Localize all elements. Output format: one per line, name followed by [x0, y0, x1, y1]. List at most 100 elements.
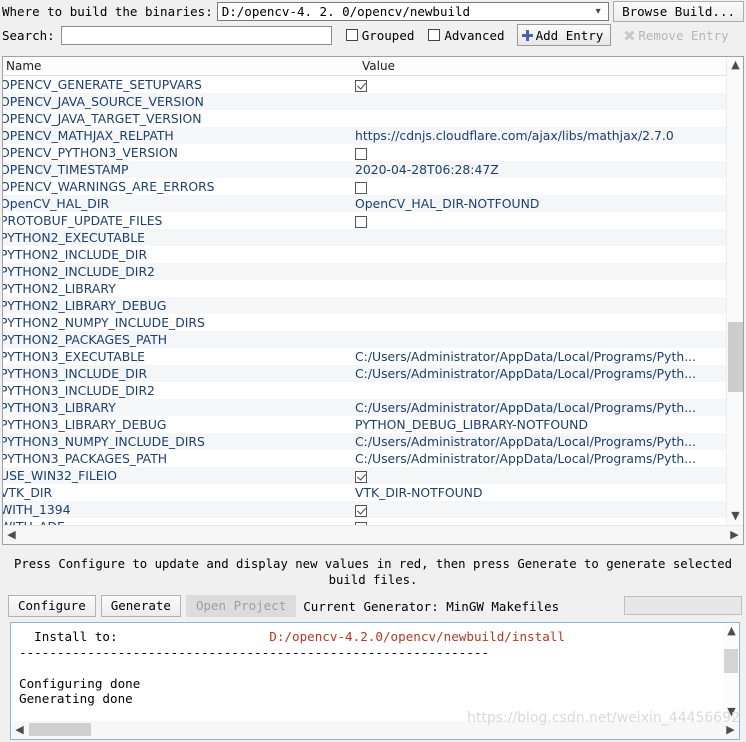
- cell-value[interactable]: [353, 179, 743, 194]
- log-horizontal-scrollbar[interactable]: ◀ ▶: [11, 721, 739, 739]
- table-row[interactable]: PYTHON2_NUMPY_INCLUDE_DIRS: [3, 314, 743, 331]
- cache-table: Name Value OPENCV_GENERATE_SETUPVARS OPEN…: [2, 56, 744, 545]
- table-row[interactable]: PYTHON3_LIBRARY C:/Users/Administrator/Ap…: [3, 399, 743, 416]
- value-checkbox[interactable]: [355, 504, 367, 517]
- scroll-down-icon[interactable]: ▼: [727, 508, 743, 525]
- build-directory-label: Where to build the binaries:: [2, 4, 213, 19]
- cell-name: OPENCV_JAVA_TARGET_VERSION: [3, 111, 202, 126]
- table-row[interactable]: PYTHON2_INCLUDE_DIR: [3, 246, 743, 263]
- cell-value[interactable]: 2020-04-28T06:28:47Z: [353, 162, 743, 177]
- table-row[interactable]: PYTHON2_PACKAGES_PATH: [3, 331, 743, 348]
- table-row[interactable]: PYTHON3_INCLUDE_DIR C:/Users/Administrato…: [3, 365, 743, 382]
- cell-value[interactable]: PYTHON_DEBUG_LIBRARY-NOTFOUND: [353, 417, 743, 432]
- table-row[interactable]: PYTHON3_EXECUTABLE C:/Users/Administrator…: [3, 348, 743, 365]
- log-scroll-down-icon[interactable]: ▼: [723, 704, 739, 721]
- cell-name: OPENCV_MATHJAX_RELPATH: [3, 128, 174, 143]
- advanced-checkbox[interactable]: Advanced: [428, 28, 505, 43]
- grouped-checkbox-box[interactable]: [345, 29, 358, 41]
- table-vertical-scrollbar[interactable]: ▲ ▼: [726, 57, 743, 525]
- table-row[interactable]: PYTHON3_LIBRARY_DEBUG PYTHON_DEBUG_LIBRAR…: [3, 416, 743, 433]
- cell-value[interactable]: C:/Users/Administrator/AppData/Local/Pro…: [353, 400, 743, 415]
- table-row[interactable]: PYTHON2_INCLUDE_DIR2: [3, 263, 743, 280]
- cell-value[interactable]: [353, 77, 743, 92]
- hint-text: Press Configure to update and display ne…: [13, 557, 733, 587]
- cell-name: PYTHON2_INCLUDE_DIR2: [3, 264, 155, 279]
- column-header-value[interactable]: Value: [359, 57, 743, 75]
- table-row[interactable]: OPENCV_MATHJAX_RELPATH https://cdnjs.clou…: [3, 127, 743, 144]
- cell-name: OpenCV_HAL_DIR: [3, 196, 110, 211]
- cell-value[interactable]: [353, 145, 743, 160]
- generate-button[interactable]: Generate: [100, 595, 181, 617]
- advanced-checkbox-box[interactable]: [428, 29, 441, 41]
- table-row[interactable]: USE_WIN32_FILEIO: [3, 467, 743, 484]
- cell-value[interactable]: [353, 213, 743, 228]
- cell-name: OPENCV_TIMESTAMP: [3, 162, 129, 177]
- table-row[interactable]: WITH_1394: [3, 501, 743, 518]
- value-checkbox[interactable]: [355, 215, 367, 228]
- log-vertical-scrollbar[interactable]: ▲ ▼: [723, 623, 739, 721]
- open-project-button: Open Project: [185, 595, 297, 617]
- current-generator-text: Current Generator: MinGW Makefiles: [303, 598, 560, 614]
- scroll-right-icon[interactable]: ▶: [726, 526, 743, 544]
- value-checkbox[interactable]: [355, 79, 367, 92]
- log-scroll-left-icon[interactable]: ◀: [11, 721, 28, 739]
- cell-value[interactable]: C:/Users/Administrator/AppData/Local/Pro…: [353, 451, 743, 466]
- log-scroll-up-icon[interactable]: ▲: [723, 623, 739, 640]
- grouped-checkbox[interactable]: Grouped: [345, 28, 414, 43]
- table-row[interactable]: OPENCV_WARNINGS_ARE_ERRORS: [3, 178, 743, 195]
- cell-name: OPENCV_GENERATE_SETUPVARS: [3, 77, 202, 92]
- table-row[interactable]: OpenCV_HAL_DIR OpenCV_HAL_DIR-NOTFOUND: [3, 195, 743, 212]
- log-vertical-scroll-thumb[interactable]: [724, 649, 738, 673]
- cell-value[interactable]: VTK_DIR-NOTFOUND: [353, 485, 743, 500]
- vertical-scroll-thumb[interactable]: [728, 322, 743, 392]
- log-output-text: Install to: D:/opencv-4.2.0/opencv/newbu…: [11, 623, 723, 721]
- table-body[interactable]: OPENCV_GENERATE_SETUPVARS OPENCV_JAVA_SOU…: [3, 76, 743, 526]
- table-row[interactable]: OPENCV_PYTHON3_VERSION: [3, 144, 743, 161]
- table-row[interactable]: PROTOBUF_UPDATE_FILES: [3, 212, 743, 229]
- table-row[interactable]: PYTHON2_EXECUTABLE: [3, 229, 743, 246]
- cell-name: PYTHON3_LIBRARY_DEBUG: [3, 417, 167, 432]
- log-line-generating: Generating done: [19, 691, 133, 706]
- table-row[interactable]: PYTHON3_NUMPY_INCLUDE_DIRS C:/Users/Admin…: [3, 433, 743, 450]
- table-row[interactable]: PYTHON3_INCLUDE_DIR2: [3, 382, 743, 399]
- cmake-gui-window: Where to build the binaries: D:/opencv-4…: [0, 0, 746, 742]
- table-row[interactable]: PYTHON2_LIBRARY_DEBUG: [3, 297, 743, 314]
- value-checkbox[interactable]: [355, 470, 367, 483]
- table-row[interactable]: OPENCV_TIMESTAMP 2020-04-28T06:28:47Z: [3, 161, 743, 178]
- table-row[interactable]: OPENCV_JAVA_TARGET_VERSION: [3, 110, 743, 127]
- table-row[interactable]: PYTHON3_PACKAGES_PATH C:/Users/Administra…: [3, 450, 743, 467]
- cell-name: PYTHON2_NUMPY_INCLUDE_DIRS: [3, 315, 205, 330]
- column-header-name[interactable]: Name: [3, 57, 359, 75]
- add-entry-button[interactable]: Add Entry: [516, 24, 612, 46]
- search-input[interactable]: [60, 25, 332, 45]
- log-scroll-right-icon[interactable]: ▶: [722, 721, 739, 739]
- cell-value[interactable]: C:/Users/Administrator/AppData/Local/Pro…: [353, 349, 743, 364]
- build-directory-combobox[interactable]: D:/opencv-4. 2. 0/opencv/newbuild ▾: [216, 2, 610, 21]
- value-checkbox[interactable]: [355, 147, 367, 160]
- cell-value[interactable]: C:/Users/Administrator/AppData/Local/Pro…: [353, 434, 743, 449]
- actions-row: Configure Generate Open Project Current …: [0, 594, 746, 618]
- cell-value[interactable]: https://cdnjs.cloudflare.com/ajax/libs/m…: [353, 128, 743, 143]
- log-horizontal-scroll-thumb[interactable]: [29, 723, 91, 736]
- cell-name: PYTHON2_PACKAGES_PATH: [3, 332, 168, 347]
- cell-value[interactable]: [353, 468, 743, 483]
- table-row[interactable]: PYTHON2_LIBRARY: [3, 280, 743, 297]
- cell-value[interactable]: [353, 502, 743, 517]
- cell-value[interactable]: C:/Users/Administrator/AppData/Local/Pro…: [353, 366, 743, 381]
- cell-name: PYTHON3_PACKAGES_PATH: [3, 451, 168, 466]
- remove-entry-button: Remove Entry: [619, 24, 737, 46]
- chevron-down-icon[interactable]: ▾: [588, 3, 608, 20]
- cell-value[interactable]: OpenCV_HAL_DIR-NOTFOUND: [353, 196, 743, 211]
- browse-build-button[interactable]: Browse Build...: [613, 1, 744, 22]
- log-line-configuring: Configuring done: [19, 675, 141, 691]
- value-checkbox[interactable]: [355, 181, 367, 194]
- table-horizontal-scrollbar[interactable]: ◀ ▶: [3, 525, 743, 544]
- scroll-left-icon[interactable]: ◀: [3, 526, 20, 544]
- table-row[interactable]: OPENCV_GENERATE_SETUPVARS: [3, 76, 743, 93]
- log-output-panel[interactable]: Install to: D:/opencv-4.2.0/opencv/newbu…: [10, 622, 740, 740]
- scroll-up-icon[interactable]: ▲: [727, 57, 743, 74]
- table-row[interactable]: VTK_DIR VTK_DIR-NOTFOUND: [3, 484, 743, 501]
- configure-button[interactable]: Configure: [8, 595, 96, 617]
- cell-name: VTK_DIR: [3, 485, 53, 500]
- table-row[interactable]: OPENCV_JAVA_SOURCE_VERSION: [3, 93, 743, 110]
